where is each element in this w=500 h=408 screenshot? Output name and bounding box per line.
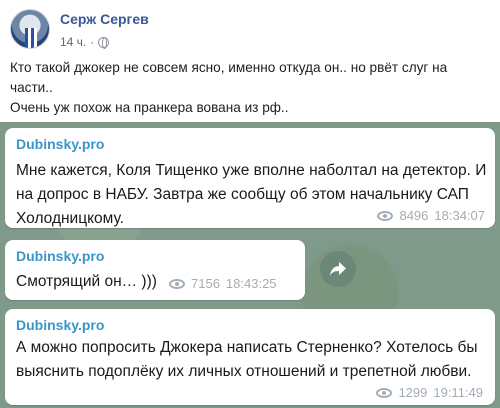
message-meta: 1299 19:11:49 [376, 385, 483, 400]
share-icon [330, 262, 346, 276]
post-text: Кто такой джокер не совсем ясно, именно … [10, 58, 490, 118]
message-bubble: Dubinsky.pro А можно попросить Джокера н… [5, 309, 495, 405]
message-time: 19:11:49 [433, 385, 483, 400]
message-text: А можно попросить Джокера написать Стерн… [16, 339, 478, 380]
message-meta: 7156 18:43:25 [169, 276, 277, 291]
view-count: 1299 [398, 385, 428, 400]
message-bubble: Dubinsky.pro Смотрящий он… ))) 7156 18:4… [5, 240, 305, 300]
avatar-jersey [25, 28, 37, 48]
view-count: 8496 [399, 208, 429, 223]
post-text-line: Очень уж похож на пранкера вована из рф.… [10, 100, 289, 115]
channel-name[interactable]: Dubinsky.pro [16, 248, 104, 264]
eye-icon [377, 210, 394, 221]
channel-name[interactable]: Dubinsky.pro [16, 136, 104, 152]
avatar[interactable] [10, 9, 50, 49]
view-count: 7156 [191, 276, 220, 291]
message-bubble: Dubinsky.pro Мне кажется, Коля Тищенко у… [5, 128, 495, 228]
eye-icon [376, 387, 393, 398]
post-meta: 14 ч. · [60, 35, 110, 49]
message-time: 18:43:25 [225, 276, 277, 291]
message-time: 18:34:07 [434, 208, 485, 223]
eye-icon [169, 278, 185, 289]
post-text-line: Кто такой джокер не совсем ясно, именно … [10, 60, 448, 95]
channel-name[interactable]: Dubinsky.pro [16, 317, 104, 333]
author-name[interactable]: Серж Сергев [60, 11, 149, 27]
message-text: Смотрящий он… ))) [16, 273, 157, 290]
meta-separator: · [90, 35, 95, 49]
globe-icon[interactable] [98, 36, 110, 49]
share-button[interactable] [320, 251, 356, 287]
message-meta: 8496 18:34:07 [377, 208, 485, 223]
post-time[interactable]: 14 ч. [60, 35, 86, 49]
